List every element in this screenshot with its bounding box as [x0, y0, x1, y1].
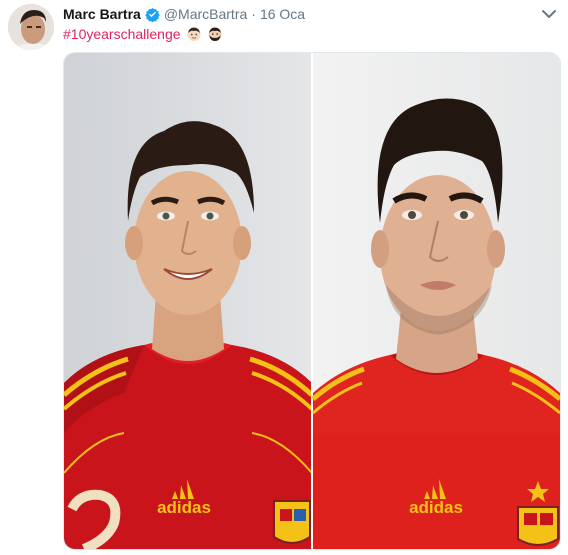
author-name[interactable]: Marc Bartra — [63, 6, 141, 22]
bearded-man-face-emoji — [208, 27, 222, 41]
tweet-text: #10yearschallenge — [63, 24, 223, 44]
right-adidas-logo-text: adidas — [409, 498, 463, 517]
tweet-card: Marc Bartra @MarcBartra · 16 Oca #10year… — [0, 0, 568, 555]
tweet-header: Marc Bartra @MarcBartra · 16 Oca — [63, 4, 305, 24]
right-photo-current: adidas — [311, 53, 560, 549]
verified-badge-icon — [145, 7, 160, 22]
hashtag-link[interactable]: #10yearschallenge — [63, 26, 181, 42]
author-handle[interactable]: @MarcBartra — [164, 6, 247, 22]
chevron-down-icon[interactable] — [540, 7, 558, 21]
header-separator: · — [251, 6, 256, 22]
left-photo-young: adidas — [64, 53, 314, 549]
avatar-image — [8, 4, 54, 50]
young-man-face-emoji — [187, 27, 201, 41]
tweet-timestamp[interactable]: 16 Oca — [260, 6, 305, 22]
left-adidas-logo-text: adidas — [157, 498, 211, 517]
comparison-photo: adidas adidas — [64, 53, 560, 549]
profile-avatar[interactable] — [8, 4, 54, 50]
tweet-media[interactable]: adidas adidas — [63, 52, 561, 550]
